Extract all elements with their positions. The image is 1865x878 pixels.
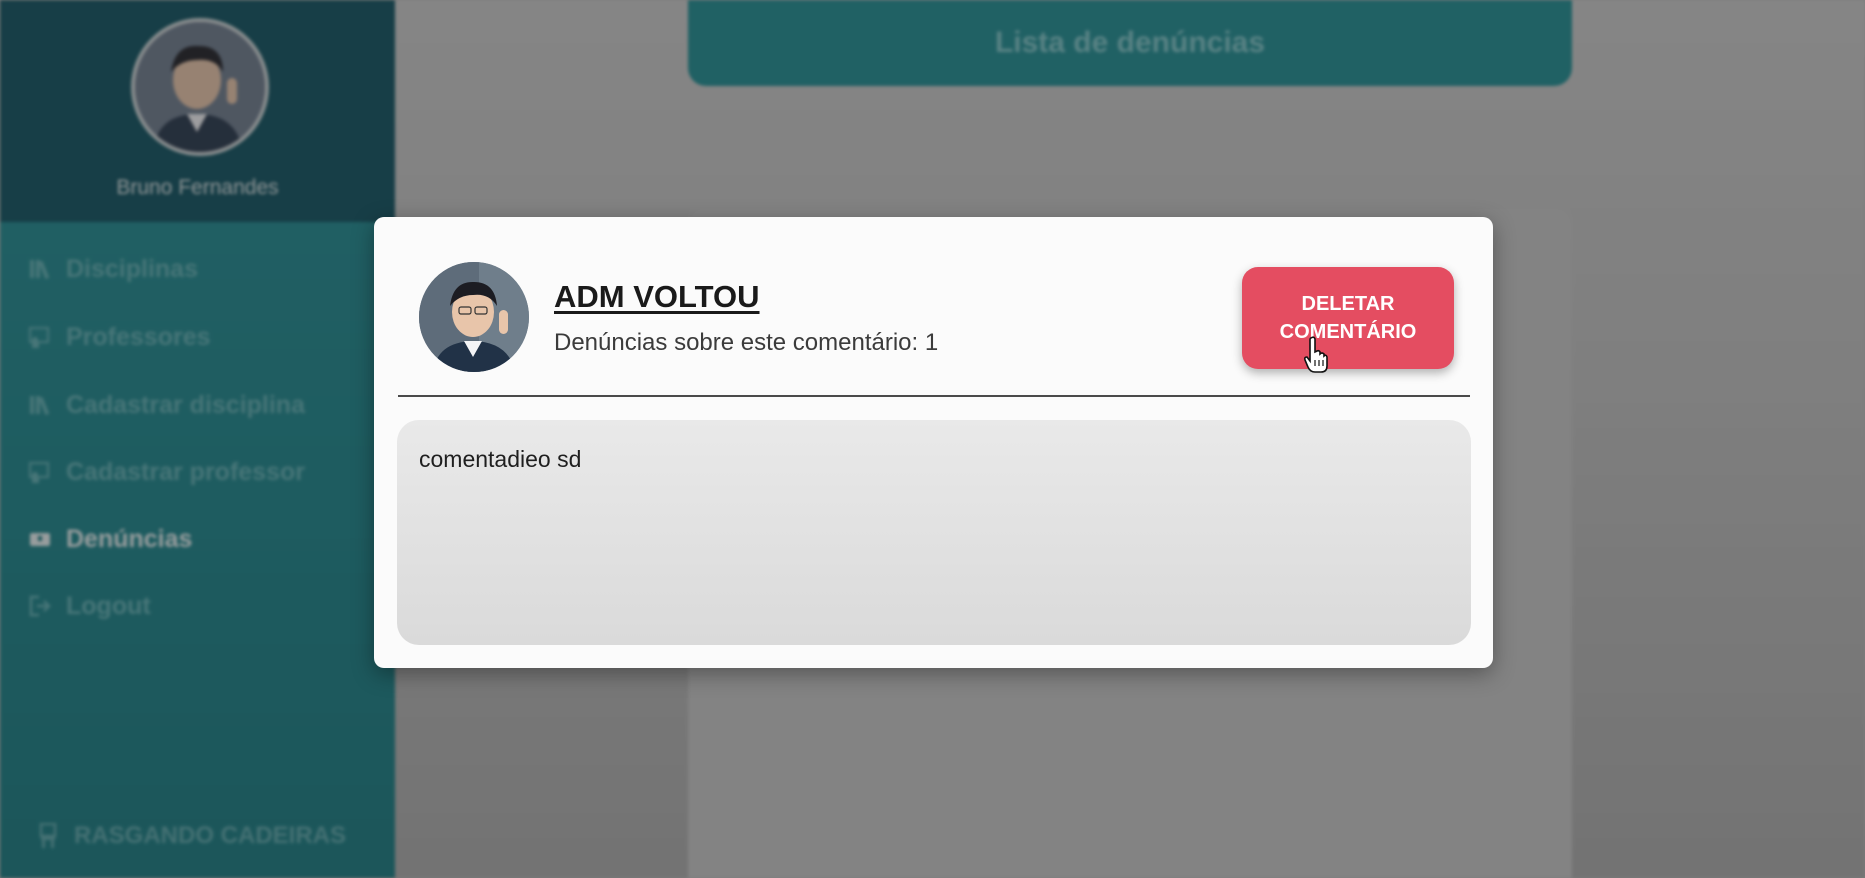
report-count: Denúncias sobre este comentário: 1 xyxy=(554,329,939,356)
comment-text: comentadieo sd xyxy=(419,446,582,472)
delete-button-label-line1: DELETAR xyxy=(1301,293,1395,315)
reported-user-name[interactable]: ADM VOLTOU xyxy=(554,279,760,315)
divider xyxy=(398,395,1470,397)
comment-box: comentadieo sd xyxy=(397,420,1471,645)
delete-comment-button[interactable]: DELETAR COMENTÁRIO xyxy=(1242,267,1454,369)
delete-button-label-line2: COMENTÁRIO xyxy=(1279,321,1417,343)
avatar xyxy=(419,262,529,372)
hand-cursor-icon xyxy=(1303,336,1328,373)
report-modal: ADM VOLTOU Denúncias sobre este comentár… xyxy=(374,217,1493,668)
